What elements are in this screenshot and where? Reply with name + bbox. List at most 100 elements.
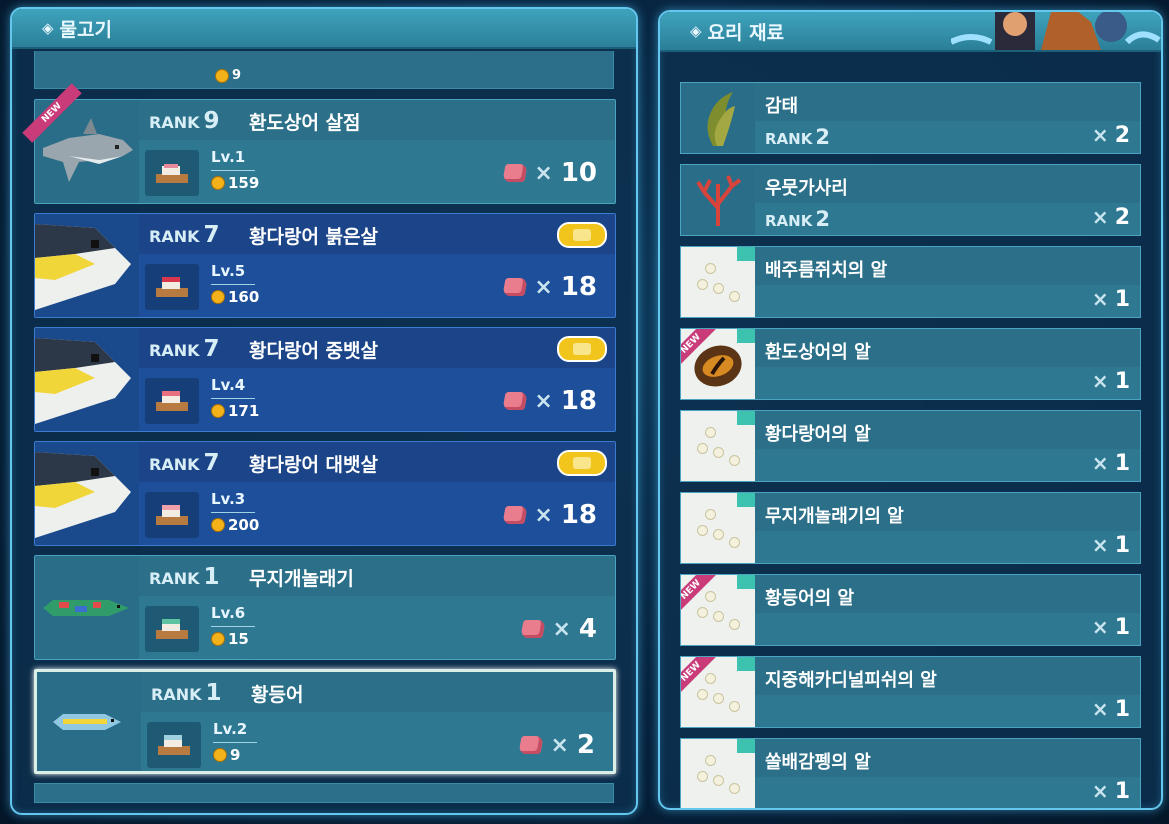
fish-panel: ◈ 물고기 9 NEW RANK 9 환도상어 살점 Lv.1 159 × 10… — [10, 7, 638, 815]
key-icon — [737, 329, 755, 343]
ingredient-panel: ◈ 요리 재료 감태 RANK 2 × 2 우뭇가사리 RANK 2 × 2 배… — [658, 10, 1163, 810]
character-portraits-icon — [949, 12, 1161, 50]
price: 160 — [211, 288, 259, 306]
fish-row[interactable]: RANK 7 황다랑어 중뱃살 Lv.4 171 × 18 — [34, 327, 616, 432]
yellowfin-tuna-icon — [35, 328, 139, 431]
eggs-icon — [681, 411, 755, 481]
ingredient-name: 우뭇가사리 — [765, 178, 848, 199]
rank-tag: RANK 2 — [765, 207, 830, 231]
level-label: Lv.2 — [213, 720, 248, 738]
rank-tag: RANK 1 — [149, 564, 220, 590]
sushi-dish-icon — [145, 378, 199, 424]
key-icon — [737, 575, 755, 589]
quantity: × 1 — [1091, 697, 1130, 722]
eggs-icon — [681, 247, 755, 317]
submarine-icon — [557, 222, 607, 248]
fish-name: 황등어 — [251, 684, 304, 706]
rank-tag: RANK 1 — [151, 680, 222, 706]
ingredient-panel-header: ◈ 요리 재료 — [660, 12, 1161, 52]
rank-tag: RANK 7 — [149, 336, 220, 362]
quantity: × 18 — [502, 386, 597, 416]
partial-fish-row-top[interactable]: 9 — [34, 51, 614, 89]
fish-name: 황다랑어 중뱃살 — [249, 340, 378, 362]
fish-row[interactable]: RANK 1 무지개놀래기 Lv.6 15 × 4 — [34, 555, 616, 660]
key-icon — [737, 493, 755, 507]
quantity: × 1 — [1091, 287, 1130, 312]
fish-row[interactable]: NEW RANK 9 환도상어 살점 Lv.1 159 × 10 — [22, 83, 616, 204]
fish-name: 황다랑어 붉은살 — [249, 226, 378, 248]
ingredient-row[interactable]: 쏠배감펭의 알 × 1 — [680, 738, 1141, 808]
price: 9 — [213, 746, 240, 764]
quantity: × 18 — [502, 500, 597, 530]
ingredient-row[interactable]: NEW 지중해카디널피쉬의 알 × 1 — [680, 656, 1141, 728]
coin-icon — [211, 404, 225, 418]
fish-name: 무지개놀래기 — [249, 568, 354, 590]
ingredient-row[interactable]: 우뭇가사리 RANK 2 × 2 — [680, 164, 1141, 236]
quantity: × 1 — [1091, 451, 1130, 476]
fish-meat-icon — [502, 164, 528, 182]
seaweed-icon — [681, 83, 755, 153]
key-icon — [737, 657, 755, 671]
ingredient-name: 쏠배감펭의 알 — [765, 752, 871, 773]
fish-row[interactable]: RANK 7 황다랑어 대뱃살 Lv.3 200 × 18 — [34, 441, 616, 546]
rank-tag: RANK 2 — [765, 125, 830, 149]
ingredient-list[interactable]: 감태 RANK 2 × 2 우뭇가사리 RANK 2 × 2 배주름쥐치의 알 × 1 — [660, 54, 1161, 808]
quantity: × 1 — [1091, 369, 1130, 394]
coin-icon — [211, 518, 225, 532]
submarine-icon — [557, 336, 607, 362]
quantity: × 2 — [1091, 205, 1130, 230]
eggs-icon: NEW — [681, 575, 755, 645]
sushi-dish-icon — [145, 606, 199, 652]
sushi-dish-icon — [145, 150, 199, 196]
price: 200 — [211, 516, 259, 534]
ingredient-row[interactable]: NEW 황등어의 알 × 1 — [680, 574, 1141, 646]
ingredient-row[interactable]: 황다랑어의 알 × 1 — [680, 410, 1141, 482]
price: 171 — [211, 402, 259, 420]
key-icon — [737, 739, 755, 753]
red-algae-icon — [681, 165, 755, 235]
level-label: Lv.3 — [211, 490, 246, 508]
quantity: × 4 — [520, 614, 597, 644]
ingredient-name: 감태 — [765, 96, 799, 117]
fish-meat-icon — [520, 620, 547, 638]
diamond-icon: ◈ — [690, 22, 702, 40]
partial-fish-row-bottom[interactable] — [34, 783, 614, 803]
rank-tag: RANK 7 — [149, 450, 220, 476]
yellow-fish-icon — [37, 672, 141, 771]
rank-tag: RANK 9 — [149, 108, 220, 134]
eggs-icon — [681, 493, 755, 563]
rank-tag: RANK 7 — [149, 222, 220, 248]
quantity: × 1 — [1091, 615, 1130, 640]
price: 15 — [211, 630, 249, 648]
yellowfin-tuna-icon — [35, 442, 139, 545]
coin-icon — [211, 176, 225, 190]
fish-meat-icon — [502, 392, 528, 410]
ingredient-row[interactable]: 무지개놀래기의 알 × 1 — [680, 492, 1141, 564]
fish-panel-title: 물고기 — [59, 18, 112, 41]
fish-meat-icon — [518, 736, 545, 754]
fish-row-selected[interactable]: RANK 1 황등어 Lv.2 9 × 2 — [34, 669, 616, 774]
fish-row[interactable]: RANK 7 황다랑어 붉은살 Lv.5 160 × 18 — [34, 213, 616, 318]
ingredient-row[interactable]: 배주름쥐치의 알 × 1 — [680, 246, 1141, 318]
fish-name: 환도상어 살점 — [249, 112, 361, 134]
fish-panel-header: ◈ 물고기 — [12, 9, 636, 49]
ingredient-row[interactable]: NEW 환도상어의 알 × 1 — [680, 328, 1141, 400]
shark-egg-icon: NEW — [681, 329, 755, 399]
fish-list[interactable]: 9 NEW RANK 9 환도상어 살점 Lv.1 159 × 10 RANK … — [12, 51, 636, 813]
fish-name: 황다랑어 대뱃살 — [249, 454, 378, 476]
eggs-icon — [681, 739, 755, 808]
price: 159 — [211, 174, 259, 192]
sushi-dish-icon — [147, 722, 201, 768]
eggs-icon: NEW — [681, 657, 755, 727]
sushi-dish-icon — [145, 264, 199, 310]
coin-icon — [215, 68, 229, 83]
ingredient-name: 황다랑어의 알 — [765, 424, 871, 445]
coin-icon — [213, 748, 227, 762]
quantity: × 1 — [1091, 533, 1130, 558]
ingredient-panel-title: 요리 재료 — [707, 21, 785, 44]
ingredient-name: 지중해카디널피쉬의 알 — [765, 670, 937, 691]
sushi-dish-icon — [145, 492, 199, 538]
ingredient-row[interactable]: 감태 RANK 2 × 2 — [680, 82, 1141, 154]
yellowfin-tuna-icon — [35, 214, 139, 317]
key-icon — [737, 411, 755, 425]
